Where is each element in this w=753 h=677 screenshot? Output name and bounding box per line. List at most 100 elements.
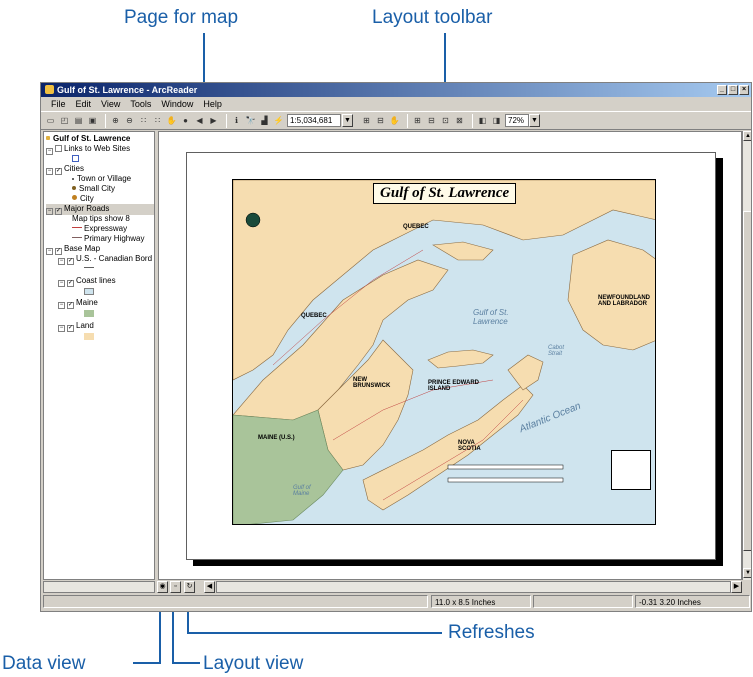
vertical-scroll-thumb[interactable]	[743, 211, 751, 551]
map-title: Gulf of St. Lawrence	[373, 183, 517, 204]
toc-land[interactable]: − ✓ Land	[58, 321, 94, 332]
map-scale-input[interactable]: 1:5,034,681	[287, 114, 341, 127]
fixed-zoom-in-icon[interactable]: ∷	[138, 115, 149, 127]
zoom-whole-page-icon[interactable]: ⊡	[440, 115, 451, 127]
menu-window[interactable]: Window	[161, 97, 193, 111]
layout-zoom-out-icon[interactable]: ⊟	[375, 115, 386, 127]
find-icon[interactable]: 🔭	[245, 115, 256, 127]
menu-view[interactable]: View	[101, 97, 120, 111]
menu-edit[interactable]: Edit	[76, 97, 92, 111]
minimize-icon[interactable]: _	[717, 85, 727, 95]
scroll-left-icon[interactable]: ◀	[204, 581, 215, 593]
unchecked-checkbox-icon[interactable]	[55, 145, 62, 152]
separator	[105, 113, 106, 128]
checked-checkbox-icon[interactable]: ✓	[67, 325, 74, 332]
label-newfoundland: NEWFOUNDLAND AND LABRADOR	[598, 295, 650, 307]
checked-checkbox-icon[interactable]: ✓	[67, 302, 74, 309]
status-coordinates: -0.31 3.20 Inches	[635, 595, 750, 608]
town-symbol-icon	[72, 178, 74, 180]
layout-fixed-zoom-in-icon[interactable]: ⊞	[412, 115, 423, 127]
toc-us-canadian[interactable]: − ✓ U.S. - Canadian Bord	[58, 254, 152, 265]
small-city-symbol-icon	[72, 186, 76, 190]
expand-icon[interactable]: −	[46, 168, 53, 175]
callout-data-view: Data view	[2, 653, 86, 674]
callout-line-data-view-h	[133, 662, 161, 664]
toc-links-symbol	[72, 154, 81, 164]
zoom-100-icon[interactable]: ⊠	[454, 115, 465, 127]
print-icon[interactable]: ▤	[73, 115, 84, 127]
expand-icon[interactable]: −	[58, 258, 65, 265]
label-cabot-strait: Cabot Strait	[548, 345, 565, 357]
fixed-zoom-out-icon[interactable]: ∷	[152, 115, 163, 127]
vertical-scrollbar[interactable]: ▲ ▼	[742, 131, 751, 580]
full-extent-icon[interactable]: ●	[180, 115, 191, 127]
scale-dropdown-icon[interactable]: ▼	[342, 114, 353, 127]
menu-help[interactable]: Help	[203, 97, 222, 111]
expand-icon[interactable]: −	[58, 280, 65, 287]
main-toolbar: ▭ ◰ ▤ ▣ ⊕ ⊖ ∷ ∷ ✋ ● ◀ ▶ ℹ 🔭 ▟ ⚡ 1:5,034,…	[41, 111, 751, 130]
scroll-down-icon[interactable]: ▼	[743, 568, 751, 578]
toc-coast-lines[interactable]: − ✓ Coast lines	[58, 276, 116, 287]
identify-icon[interactable]: ℹ	[231, 115, 242, 127]
refresh-button[interactable]: ↻	[184, 581, 195, 593]
checked-checkbox-icon[interactable]: ✓	[55, 208, 62, 215]
cape-breton-land	[507, 354, 544, 391]
scroll-up-icon[interactable]: ▲	[743, 131, 751, 141]
map-page[interactable]: Gulf of St. Lawrence QUEBEC QUEBEC NEWFO…	[186, 152, 716, 560]
layout-forward-icon[interactable]: ◨	[491, 115, 502, 127]
highway-symbol-icon	[72, 237, 82, 238]
copy-icon[interactable]: ◰	[59, 115, 70, 127]
expressway-symbol-icon	[72, 227, 82, 228]
layout-pan-icon[interactable]: ✋	[389, 115, 400, 127]
maximize-icon[interactable]: □	[728, 85, 738, 95]
layout-back-icon[interactable]: ◧	[477, 115, 488, 127]
open-icon[interactable]: ▭	[45, 115, 56, 127]
callout-refreshes: Refreshes	[448, 622, 535, 643]
pan-icon[interactable]: ✋	[166, 115, 177, 127]
layout-zoom-in-icon[interactable]: ⊞	[361, 115, 372, 127]
label-quebec: QUEBEC	[301, 313, 327, 319]
forward-icon[interactable]: ▶	[208, 115, 219, 127]
arcreader-window: Gulf of St. Lawrence - ArcReader _ □ × F…	[40, 82, 752, 612]
back-icon[interactable]: ◀	[194, 115, 205, 127]
layout-zoom-input[interactable]: 72%	[505, 114, 529, 127]
expand-icon[interactable]: −	[58, 302, 65, 309]
title-bar: Gulf of St. Lawrence - ArcReader _ □ ×	[41, 83, 751, 97]
callout-layout-toolbar: Layout toolbar	[372, 7, 493, 28]
map-frame[interactable]: Gulf of St. Lawrence QUEBEC QUEBEC NEWFO…	[232, 179, 656, 525]
canvas-horizontal-scrollbar[interactable]	[216, 581, 731, 593]
menu-file[interactable]: File	[51, 97, 66, 111]
expand-icon[interactable]: −	[58, 325, 65, 332]
toc-city: City	[72, 194, 94, 204]
close-icon[interactable]: ×	[739, 85, 749, 95]
checked-checkbox-icon[interactable]: ✓	[67, 280, 74, 287]
layout-fixed-zoom-out-icon[interactable]: ⊟	[426, 115, 437, 127]
toc-town: Town or Village	[72, 174, 131, 184]
zoom-in-icon[interactable]: ⊕	[110, 115, 121, 127]
toc-primary-highway: Primary Highway	[72, 234, 144, 244]
expand-icon[interactable]: −	[46, 208, 53, 215]
checked-checkbox-icon[interactable]: ✓	[55, 168, 62, 175]
toc-horizontal-scrollbar[interactable]	[43, 581, 155, 593]
menu-tools[interactable]: Tools	[130, 97, 151, 111]
scroll-right-icon[interactable]: ▶	[731, 581, 742, 593]
data-view-button[interactable]: ◉	[157, 581, 168, 593]
layout-view-button[interactable]: ▫	[170, 581, 181, 593]
expand-icon[interactable]: −	[46, 248, 53, 255]
zoom-dropdown-icon[interactable]: ▼	[529, 114, 540, 127]
layers-icon	[46, 136, 50, 140]
maine-symbol-icon	[84, 310, 94, 317]
zoom-out-icon[interactable]: ⊖	[124, 115, 135, 127]
toc-root[interactable]: Gulf of St. Lawrence	[46, 134, 130, 144]
measure-icon[interactable]: ▟	[259, 115, 270, 127]
window-title: Gulf of St. Lawrence - ArcReader	[57, 85, 198, 95]
toc-links-web-sites[interactable]: − Links to Web Sites	[46, 144, 130, 155]
land-symbol-icon	[84, 333, 94, 340]
status-blank	[533, 595, 633, 608]
status-page-size: 11.0 x 8.5 Inches	[431, 595, 531, 608]
toc-maine[interactable]: − ✓ Maine	[58, 298, 98, 309]
hyperlink-icon[interactable]: ⚡	[273, 115, 284, 127]
checked-checkbox-icon[interactable]: ✓	[67, 258, 74, 265]
layout-icon[interactable]: ▣	[87, 115, 98, 127]
expand-icon[interactable]: −	[46, 148, 53, 155]
